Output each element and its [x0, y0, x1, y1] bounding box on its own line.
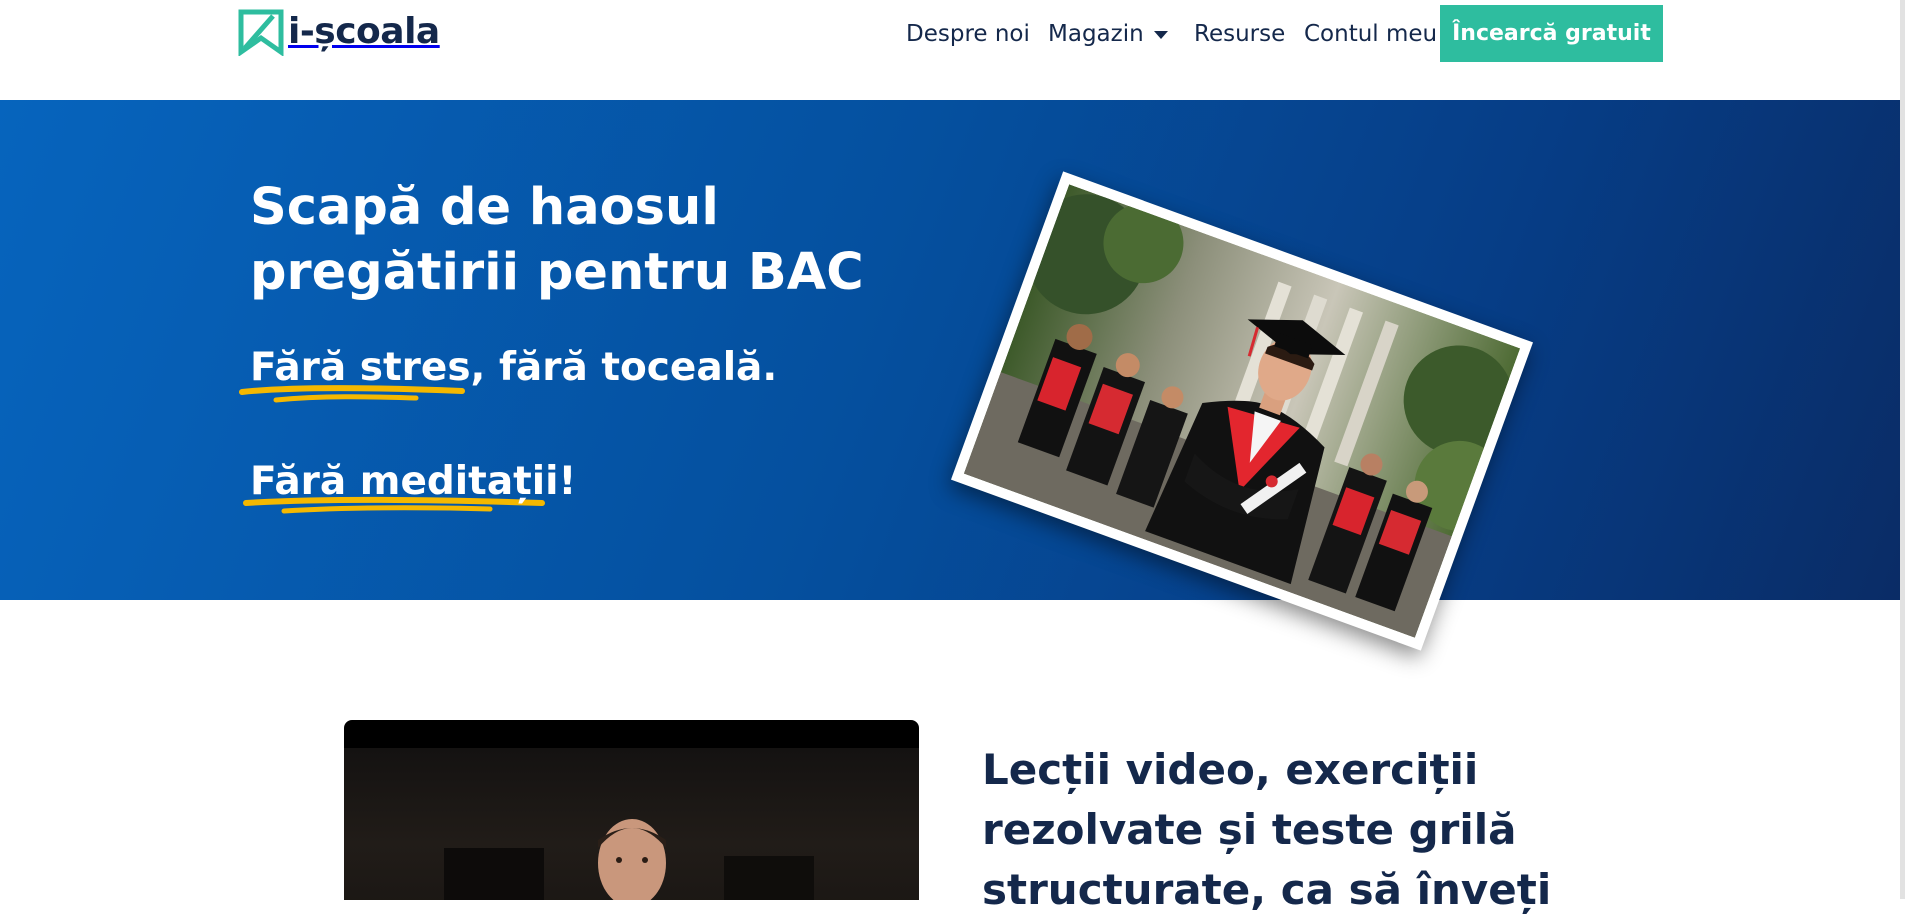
video-frame: [344, 748, 919, 900]
nav-magazin-label: Magazin: [1048, 21, 1144, 47]
section-title-line2: rezolvate și teste grilă: [982, 805, 1517, 854]
bookmark-logo-icon: [238, 9, 284, 56]
scrollbar[interactable]: [1900, 0, 1905, 899]
hero-subtitle-highlight: Fără stres,: [250, 345, 486, 390]
presenter-illustration: [444, 819, 814, 900]
section-title-line1: Lecții video, exerciții: [982, 745, 1479, 794]
hero-subtitle-2: Fără meditații!: [250, 459, 577, 504]
nav-resurse[interactable]: Resurse: [1194, 21, 1285, 47]
section-title-line3: structurate, ca să înveți: [982, 865, 1552, 914]
try-free-button[interactable]: Încearcă gratuit: [1440, 5, 1663, 62]
nav-magazin[interactable]: Magazin: [1048, 21, 1168, 47]
site-header: i-școala Despre noi Magazin Resurse Cont…: [0, 0, 1900, 100]
video-player[interactable]: [344, 720, 919, 900]
logo-text: i-școala: [288, 11, 440, 52]
caret-down-icon: [1153, 30, 1168, 39]
nav-contul-meu[interactable]: Contul meu: [1304, 21, 1437, 47]
nav-despre-noi[interactable]: Despre noi: [906, 21, 1030, 47]
logo-link[interactable]: i-școala: [237, 8, 440, 56]
hero-title-line1: Scapă de haosul: [250, 178, 719, 237]
hero-title: Scapă de haosul pregătirii pentru BAC: [250, 175, 870, 305]
hero-subtitle-rest: fără toceală.: [485, 345, 778, 390]
hero-subtitle: Fără stres, fără toceală.: [250, 343, 777, 393]
section-title: Lecții video, exerciții rezolvate și tes…: [982, 740, 1552, 920]
hero-title-line2: pregătirii pentru BAC: [250, 243, 864, 302]
